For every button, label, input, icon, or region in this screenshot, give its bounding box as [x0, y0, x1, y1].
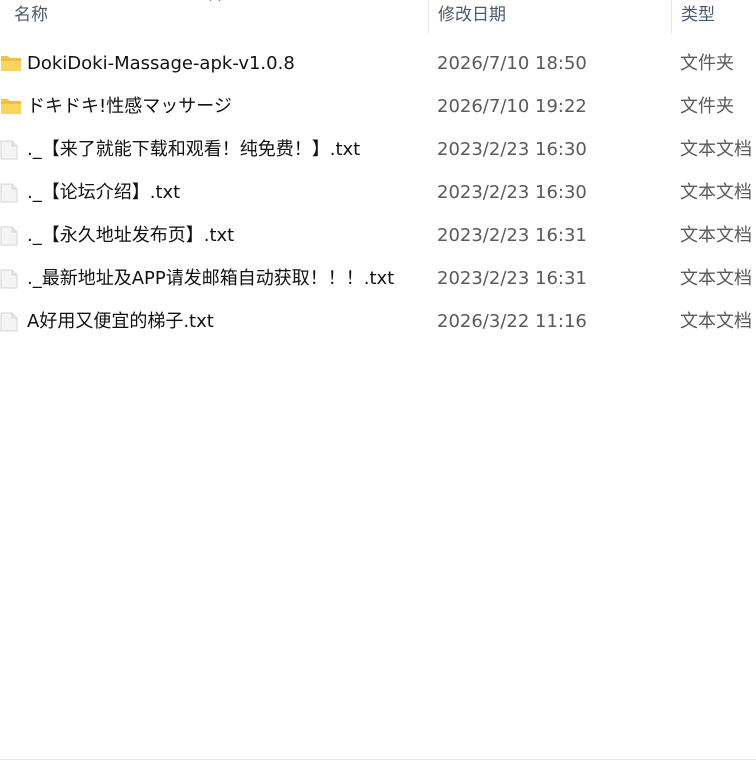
file-row[interactable]: ._【永久地址发布页】.txt 2023/2/23 16:31 文本文档 [0, 214, 756, 257]
file-date-modified: 2023/2/23 16:30 [437, 182, 587, 203]
column-header-row: 名称 修改日期 类型 [0, 0, 756, 34]
text-file-icon [0, 257, 22, 300]
file-row[interactable]: DokiDoki-Massage-apk-v1.0.8 2026/7/10 18… [0, 42, 756, 85]
folder-icon [0, 42, 22, 85]
file-name: ._最新地址及APP请发邮箱自动获取！！！.txt [27, 268, 395, 289]
file-row[interactable]: ._【来了就能下载和观看！纯免费！】.txt 2023/2/23 16:30 文… [0, 128, 756, 171]
column-header-name[interactable]: 名称 [0, 0, 428, 34]
text-file-icon [0, 214, 22, 257]
file-date-modified: 2026/7/10 18:50 [437, 53, 587, 74]
file-row[interactable]: A好用又便宜的梯子.txt 2026/3/22 11:16 文本文档 [0, 300, 756, 343]
file-name: ._【永久地址发布页】.txt [27, 225, 235, 246]
file-row[interactable]: ._最新地址及APP请发邮箱自动获取！！！.txt 2023/2/23 16:3… [0, 257, 756, 300]
column-header-type[interactable]: 类型 [671, 0, 756, 34]
file-date-modified: 2023/2/23 16:30 [437, 139, 587, 160]
file-type: 文本文档 [680, 139, 752, 160]
text-file-icon [0, 171, 22, 214]
file-explorer-list: 名称 修改日期 类型 DokiDoki-Massage-apk-v1.0.8 2… [0, 0, 756, 762]
file-row[interactable]: ドキドキ!性感マッサージ 2026/7/10 19:22 文件夹 [0, 85, 756, 128]
file-name: ._【论坛介绍】.txt [27, 182, 181, 203]
file-name: ._【来了就能下载和观看！纯免费！】.txt [27, 139, 361, 160]
folder-icon [0, 85, 22, 128]
file-type: 文件夹 [680, 96, 734, 117]
text-file-icon [0, 128, 22, 171]
file-date-modified: 2026/3/22 11:16 [437, 311, 587, 332]
file-name: A好用又便宜的梯子.txt [27, 311, 214, 332]
file-type: 文本文档 [680, 182, 752, 203]
file-type: 文件夹 [680, 53, 734, 74]
file-date-modified: 2023/2/23 16:31 [437, 268, 587, 289]
bottom-divider [0, 759, 756, 760]
file-date-modified: 2026/7/10 19:22 [437, 96, 587, 117]
file-type: 文本文档 [680, 268, 752, 289]
file-name: ドキドキ!性感マッサージ [27, 96, 232, 117]
text-file-icon [0, 300, 22, 343]
file-list: DokiDoki-Massage-apk-v1.0.8 2026/7/10 18… [0, 42, 756, 343]
file-date-modified: 2023/2/23 16:31 [437, 225, 587, 246]
file-type: 文本文档 [680, 311, 752, 332]
file-row[interactable]: ._【论坛介绍】.txt 2023/2/23 16:30 文本文档 [0, 171, 756, 214]
file-name: DokiDoki-Massage-apk-v1.0.8 [27, 53, 295, 74]
column-header-date-modified[interactable]: 修改日期 [428, 0, 671, 34]
file-type: 文本文档 [680, 225, 752, 246]
